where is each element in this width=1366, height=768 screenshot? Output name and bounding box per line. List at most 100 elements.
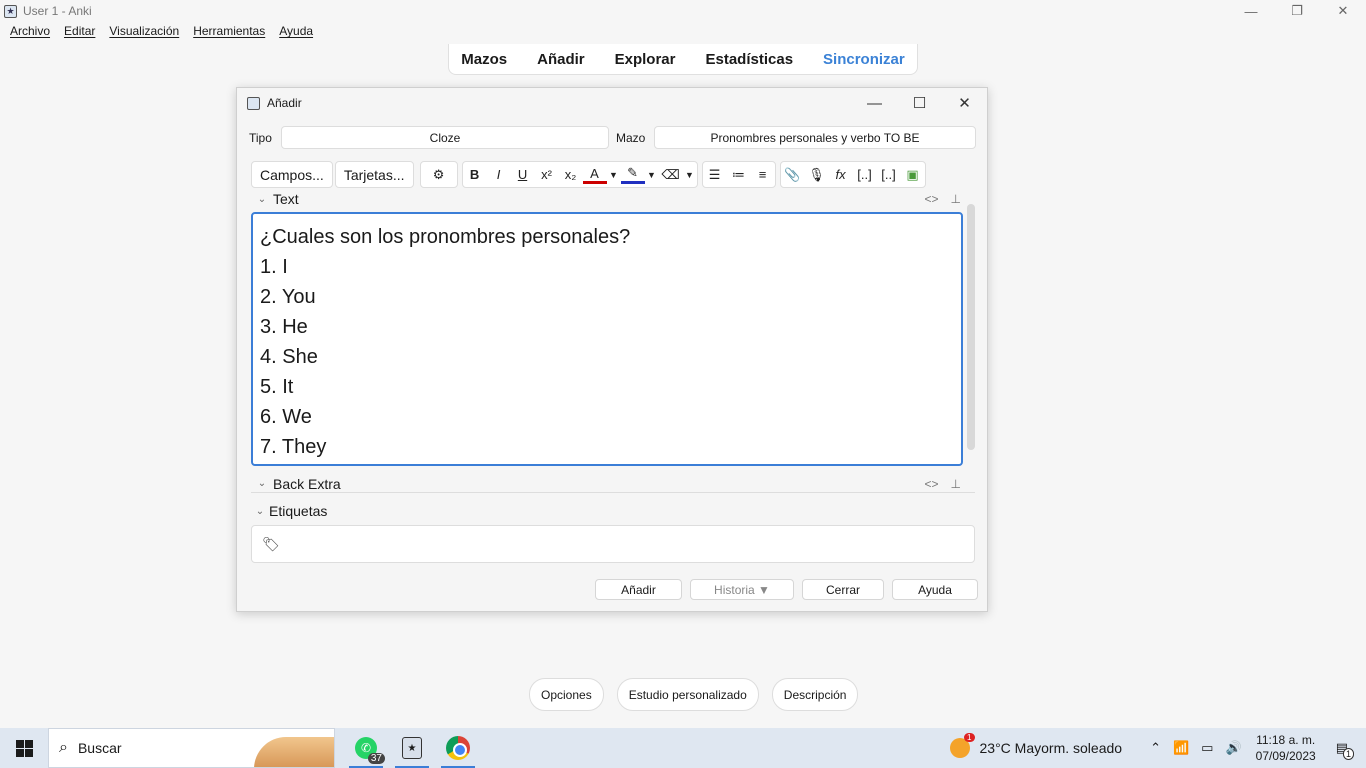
menu-archivo[interactable]: Archivo [10, 24, 50, 44]
minimize-icon[interactable]: — [1228, 0, 1274, 22]
whatsapp-badge: 37 [367, 753, 385, 764]
chrome-taskbar-app[interactable] [435, 728, 481, 768]
chevron-down-icon[interactable]: ▼ [683, 162, 697, 187]
text-field-editor[interactable]: ¿Cuales son los pronombres personales? 1… [251, 212, 963, 466]
dialog-title: Añadir [267, 96, 302, 110]
cloze-same-icon[interactable]: [..] [877, 162, 901, 187]
help-button[interactable]: Ayuda [892, 579, 978, 600]
volume-icon[interactable]: 🔊 [1225, 740, 1241, 756]
tags-header[interactable]: ⌄ Etiquetas [251, 502, 975, 520]
back-extra-header[interactable]: ⌄ Back Extra <> ⊥ [251, 475, 975, 493]
bold-icon[interactable]: B [463, 162, 487, 187]
bullet-list-icon[interactable]: ☰ [703, 162, 727, 187]
add-dialog: Añadir — ☐ ✕ Tipo Cloze Mazo Pronombres … [236, 87, 988, 612]
text-field-header[interactable]: ⌄ Text <> ⊥ [251, 190, 975, 208]
nav-mazos[interactable]: Mazos [461, 51, 507, 68]
window-titlebar: ★ User 1 - Anki — ❐ ✕ [0, 0, 1366, 22]
microphone-icon[interactable]: 🎙 [805, 162, 829, 187]
anki-taskbar-app[interactable]: ★ [389, 728, 435, 768]
function-icon[interactable]: fx [829, 162, 853, 187]
history-button[interactable]: Historia ▼ [690, 579, 794, 600]
gear-icon[interactable]: ⚙ [421, 162, 457, 187]
weather-text[interactable]: 23°C Mayorm. soleado [980, 740, 1123, 756]
window-controls: — ❐ ✕ [1228, 0, 1366, 22]
list-group: ☰ ≔ ≡ [701, 161, 776, 188]
tags-input[interactable]: 🏷 [251, 525, 975, 563]
note-type-selector[interactable]: Cloze [281, 126, 609, 149]
taskbar: ⌕ Buscar ✆ 37 ★ 1 23°C Mayorm. soleado ⌃… [0, 728, 1366, 768]
start-button[interactable] [0, 728, 48, 768]
dialog-close-icon[interactable]: ✕ [942, 88, 987, 118]
image-occlusion-icon[interactable]: ▣ [901, 162, 925, 187]
editor-line: 3. He [260, 316, 308, 338]
editor-line: 1. I [260, 256, 288, 278]
editor-scrollbar[interactable] [967, 204, 975, 450]
fields-button[interactable]: Campos... [251, 161, 333, 188]
cards-button[interactable]: Tarjetas... [334, 161, 414, 188]
wifi-icon[interactable]: 📶 [1173, 740, 1189, 756]
nav-sincronizar[interactable]: Sincronizar [823, 51, 905, 68]
description-button[interactable]: Descripción [771, 678, 859, 711]
taskbar-search[interactable]: ⌕ Buscar [48, 728, 335, 768]
html-editor-icon[interactable]: <> [925, 192, 939, 206]
attach-icon[interactable]: 📎 [781, 162, 805, 187]
deck-actions: Opciones Estudio personalizado Descripci… [529, 678, 859, 711]
menu-editar[interactable]: Editar [64, 24, 95, 44]
dialog-titlebar: Añadir — ☐ ✕ [237, 88, 987, 118]
tipo-label: Tipo [249, 130, 272, 145]
chrome-icon [446, 736, 470, 760]
pin-icon[interactable]: ⊥ [951, 192, 961, 206]
close-icon[interactable]: ✕ [1320, 0, 1366, 22]
chevron-down-icon[interactable]: ⌄ [251, 478, 273, 489]
options-group: ⚙ [419, 161, 458, 188]
custom-study-button[interactable]: Estudio personalizado [616, 678, 759, 711]
nav-explorar[interactable]: Explorar [615, 51, 676, 68]
notification-icon[interactable]: ▤ 1 [1336, 740, 1354, 760]
chevron-down-icon[interactable]: ⌄ [251, 506, 269, 517]
chevron-down-icon[interactable]: ▼ [607, 162, 621, 187]
anki-icon: ★ [402, 737, 422, 759]
html-editor-icon[interactable]: <> [925, 477, 939, 491]
menubar: Archivo Editar Visualización Herramienta… [0, 24, 313, 44]
dialog-minimize-icon[interactable]: — [852, 88, 897, 118]
clock[interactable]: 11:18 a. m. 07/09/2023 [1256, 732, 1316, 764]
search-highlight-art [254, 737, 334, 767]
add-button[interactable]: Añadir [595, 579, 682, 600]
type-deck-row: Tipo Cloze Mazo Pronombres personales y … [249, 126, 976, 149]
whatsapp-taskbar-app[interactable]: ✆ 37 [343, 728, 389, 768]
windows-icon [15, 739, 33, 757]
underline-icon[interactable]: U [511, 162, 535, 187]
menu-herramientas[interactable]: Herramientas [193, 24, 265, 44]
cloze-icon[interactable]: [..] [853, 162, 877, 187]
text-color-icon[interactable]: A [582, 166, 607, 184]
eraser-icon[interactable]: ⌫ [659, 162, 683, 187]
dialog-controls: — ☐ ✕ [852, 88, 987, 118]
close-button[interactable]: Cerrar [802, 579, 884, 600]
editor-line: 4. She [260, 346, 318, 368]
system-tray: 1 23°C Mayorm. soleado ⌃ 📶 ▭ 🔊 11:18 a. … [949, 728, 1366, 768]
dialog-maximize-icon[interactable]: ☐ [897, 88, 942, 118]
notification-badge: 1 [1342, 748, 1354, 760]
deck-selector[interactable]: Pronombres personales y verbo TO BE [654, 126, 976, 149]
battery-icon[interactable]: ▭ [1201, 740, 1213, 756]
nav-anadir[interactable]: Añadir [537, 51, 585, 68]
subscript-icon[interactable]: x₂ [559, 162, 583, 187]
superscript-icon[interactable]: x² [535, 162, 559, 187]
chevron-up-icon[interactable]: ⌃ [1150, 740, 1161, 756]
editor-line: ¿Cuales son los pronombres personales? [260, 226, 631, 248]
pin-icon[interactable]: ⊥ [951, 477, 961, 491]
back-extra-label: Back Extra [273, 475, 341, 492]
weather-icon[interactable]: 1 [949, 733, 975, 758]
numbered-list-icon[interactable]: ≔ [727, 162, 751, 187]
chevron-down-icon[interactable]: ▼ [645, 162, 659, 187]
highlight-icon[interactable]: ✎ [620, 165, 645, 184]
italic-icon[interactable]: I [487, 162, 511, 187]
nav-estadisticas[interactable]: Estadísticas [705, 51, 793, 68]
align-icon[interactable]: ≡ [751, 162, 775, 187]
menu-visualizacion[interactable]: Visualización [109, 24, 179, 44]
clock-time: 11:18 a. m. [1256, 733, 1316, 747]
options-button[interactable]: Opciones [529, 678, 604, 711]
chevron-down-icon[interactable]: ⌄ [251, 194, 273, 205]
restore-icon[interactable]: ❐ [1274, 0, 1320, 22]
menu-ayuda[interactable]: Ayuda [279, 24, 313, 44]
